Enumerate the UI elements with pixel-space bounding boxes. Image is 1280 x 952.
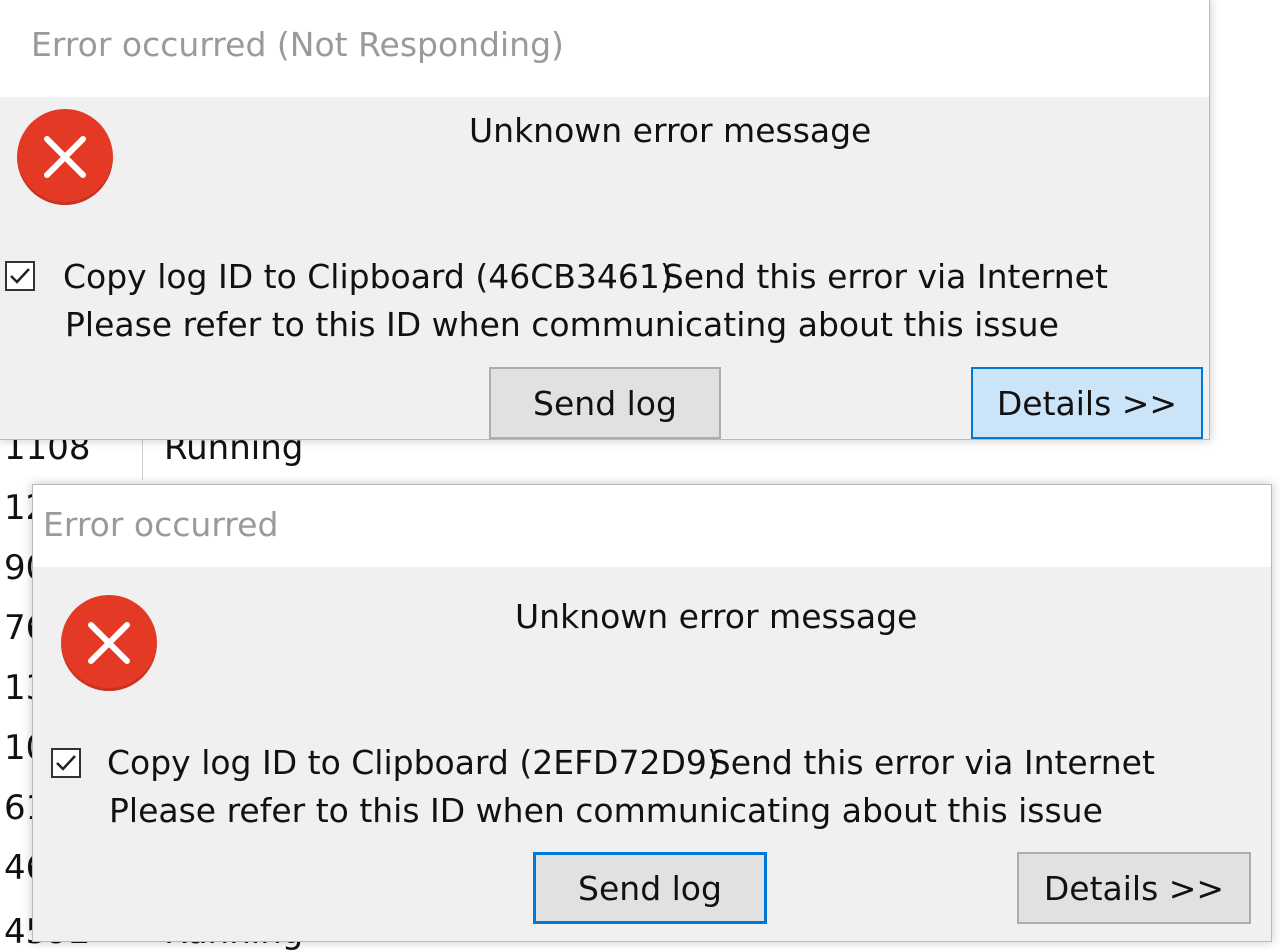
error-message: Unknown error message — [469, 111, 872, 150]
window-title: Error occurred — [43, 505, 279, 544]
send-log-button[interactable]: Send log — [489, 367, 721, 439]
title-bar[interactable]: Error occurred — [33, 485, 1271, 567]
copy-log-id-label[interactable]: Copy log ID to Clipboard (2EFD72D9)Send … — [107, 743, 1155, 782]
send-via-internet-text: Send this error via Internet — [662, 257, 1108, 296]
copy-log-id-text: Copy log ID to Clipboard (2EFD72D9) — [107, 743, 720, 782]
error-icon — [17, 109, 113, 205]
copy-log-id-checkbox[interactable] — [51, 748, 81, 778]
send-log-button[interactable]: Send log — [533, 852, 767, 924]
bg-column-divider — [142, 440, 143, 480]
details-button[interactable]: Details >> — [971, 367, 1203, 439]
details-button[interactable]: Details >> — [1017, 852, 1251, 924]
window-title: Error occurred (Not Responding) — [31, 25, 564, 64]
send-via-internet-text: Send this error via Internet — [709, 743, 1155, 782]
error-icon — [61, 595, 157, 691]
error-message: Unknown error message — [515, 597, 918, 636]
error-dialog-not-responding: Error occurred (Not Responding) Unknown … — [0, 0, 1210, 440]
copy-log-id-text: Copy log ID to Clipboard (46CB3461) — [63, 257, 673, 296]
checkmark-icon — [10, 268, 30, 284]
refer-id-note: Please refer to this ID when communicati… — [109, 791, 1103, 830]
checkmark-icon — [56, 755, 76, 771]
refer-id-note: Please refer to this ID when communicati… — [65, 305, 1059, 344]
copy-log-id-label[interactable]: Copy log ID to Clipboard (46CB3461)Send … — [63, 257, 1108, 296]
copy-log-id-checkbox[interactable] — [5, 261, 35, 291]
title-bar[interactable]: Error occurred (Not Responding) — [0, 0, 1209, 97]
error-dialog: Error occurred Unknown error message Cop… — [32, 484, 1272, 942]
